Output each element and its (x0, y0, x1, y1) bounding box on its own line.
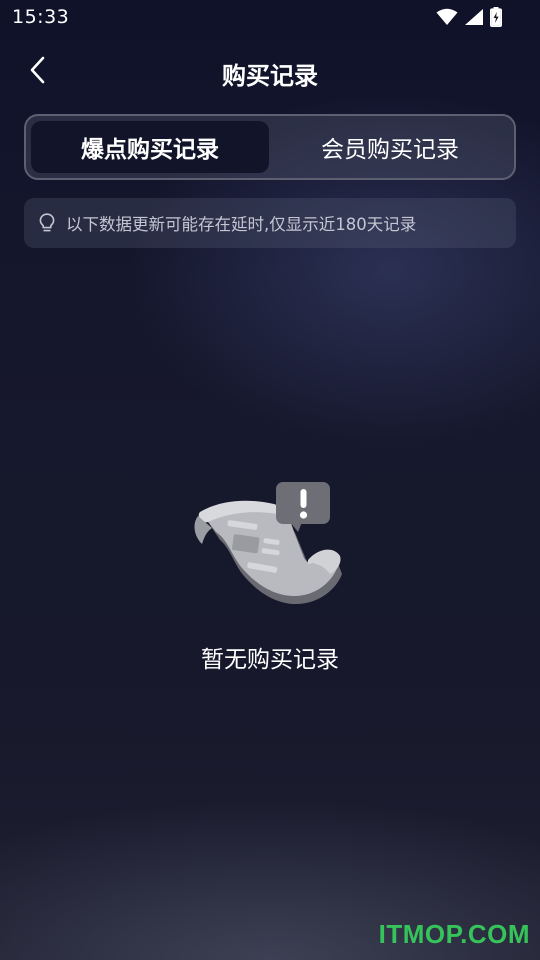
empty-receipt-illustration (190, 478, 350, 618)
status-time: 15:33 (12, 6, 70, 28)
status-bar: 15:33 (0, 0, 540, 36)
purchase-tabs: 爆点购买记录 会员购买记录 (24, 114, 516, 180)
header: 购买记录 (0, 44, 540, 100)
battery-charging-icon (490, 7, 502, 31)
signal-icon (464, 8, 484, 30)
notice-text: 以下数据更新可能存在延时,仅显示近180天记录 (66, 215, 417, 234)
watermark-logo: ITMOP.COM (378, 919, 530, 949)
status-icons (436, 7, 502, 31)
notice-banner: 以下数据更新可能存在延时,仅显示近180天记录 (24, 198, 516, 248)
empty-state-text: 暂无购买记录 (201, 647, 339, 673)
wifi-icon (436, 8, 458, 30)
lightbulb-icon (38, 213, 56, 233)
tab-hotspot-purchases[interactable]: 爆点购买记录 (31, 121, 269, 173)
tab-member-purchases[interactable]: 会员购买记录 (271, 121, 509, 173)
page-title: 购买记录 (222, 62, 318, 90)
